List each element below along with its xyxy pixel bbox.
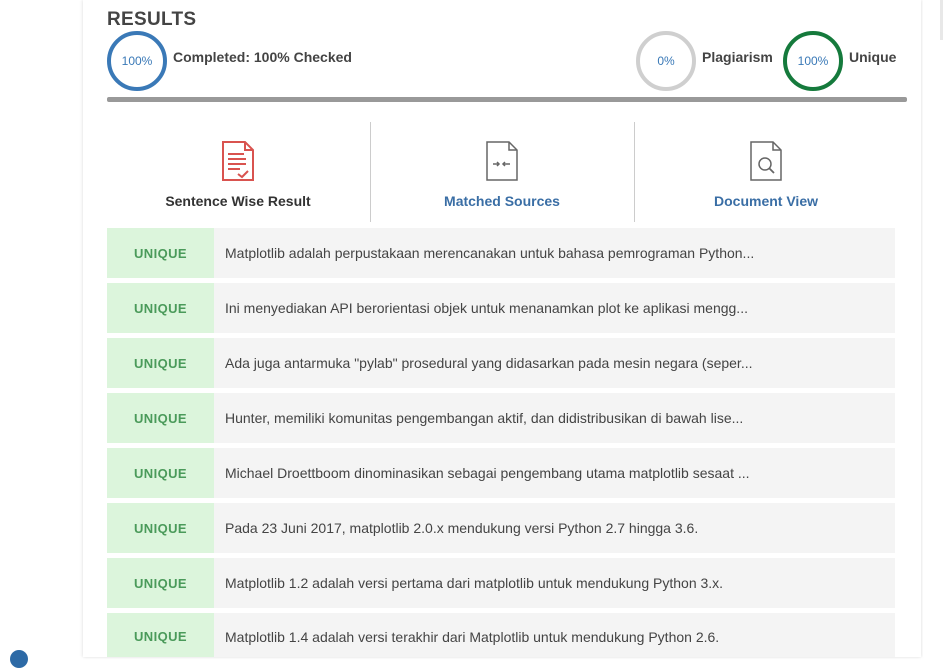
unique-badge: UNIQUE bbox=[107, 448, 214, 498]
unique-badge: UNIQUE bbox=[107, 338, 214, 388]
plagiarism-percent-value: 0% bbox=[657, 54, 675, 68]
completed-label: Completed: 100% Checked bbox=[173, 49, 352, 65]
sentence-text: Pada 23 Juni 2017, matplotlib 2.0.x mend… bbox=[225, 520, 699, 536]
unique-badge: UNIQUE bbox=[107, 558, 214, 608]
sentence-text: Matplotlib adalah perpustakaan merencana… bbox=[225, 245, 755, 261]
plagiarism-label: Plagiarism bbox=[702, 49, 773, 65]
unique-label: Unique bbox=[849, 49, 897, 65]
result-row[interactable]: UNIQUE Matplotlib adalah perpustakaan me… bbox=[107, 228, 895, 278]
tab-matched-sources[interactable]: Matched Sources bbox=[371, 122, 633, 222]
sentence-text: Matplotlib 1.4 adalah versi terakhir dar… bbox=[225, 629, 720, 645]
result-row[interactable]: UNIQUE Ini menyediakan API berorientasi … bbox=[107, 283, 895, 333]
right-margin bbox=[923, 0, 943, 657]
sentence-text: Ini menyediakan API berorientasi objek u… bbox=[225, 300, 748, 316]
plagiarism-percent-ring: 0% bbox=[636, 31, 696, 91]
unique-badge: UNIQUE bbox=[107, 393, 214, 443]
progress-bar bbox=[107, 97, 907, 102]
document-search-icon bbox=[748, 140, 784, 187]
result-row[interactable]: UNIQUE Ada juga antarmuka "pylab" prosed… bbox=[107, 338, 895, 388]
unique-percent-ring: 100% bbox=[783, 31, 843, 91]
result-row[interactable]: UNIQUE Hunter, memiliki komunitas pengem… bbox=[107, 393, 895, 443]
unique-badge: UNIQUE bbox=[107, 613, 214, 657]
document-check-icon bbox=[220, 140, 256, 187]
unique-badge: UNIQUE bbox=[107, 503, 214, 553]
sentence-text: Hunter, memiliki komunitas pengembangan … bbox=[225, 410, 744, 426]
tab-label: Matched Sources bbox=[444, 193, 560, 209]
left-margin bbox=[0, 0, 83, 657]
scroll-indicator-dot[interactable] bbox=[10, 650, 28, 668]
sentence-text: Ada juga antarmuka "pylab" prosedural ya… bbox=[225, 355, 753, 371]
completed-percent-value: 100% bbox=[121, 54, 153, 68]
sentence-text: Matplotlib 1.2 adalah versi pertama dari… bbox=[225, 575, 724, 591]
sentence-text: Michael Droettboom dinominasikan sebagai… bbox=[225, 465, 750, 481]
document-compare-icon bbox=[484, 140, 520, 187]
unique-badge: UNIQUE bbox=[107, 228, 214, 278]
tab-label: Document View bbox=[714, 193, 818, 209]
result-row[interactable]: UNIQUE Michael Droettboom dinominasikan … bbox=[107, 448, 895, 498]
result-row[interactable]: UNIQUE Matplotlib 1.2 adalah versi perta… bbox=[107, 558, 895, 608]
completed-percent-ring: 100% bbox=[107, 31, 167, 91]
tab-label: Sentence Wise Result bbox=[165, 193, 311, 209]
tab-sentence-wise-result[interactable]: Sentence Wise Result bbox=[107, 122, 369, 222]
unique-percent-value: 100% bbox=[797, 54, 829, 68]
unique-badge: UNIQUE bbox=[107, 283, 214, 333]
results-title: RESULTS bbox=[107, 9, 197, 30]
result-row[interactable]: UNIQUE Pada 23 Juni 2017, matplotlib 2.0… bbox=[107, 503, 895, 553]
tab-document-view[interactable]: Document View bbox=[635, 122, 897, 222]
result-row[interactable]: UNIQUE Matplotlib 1.4 adalah versi terak… bbox=[107, 613, 895, 657]
